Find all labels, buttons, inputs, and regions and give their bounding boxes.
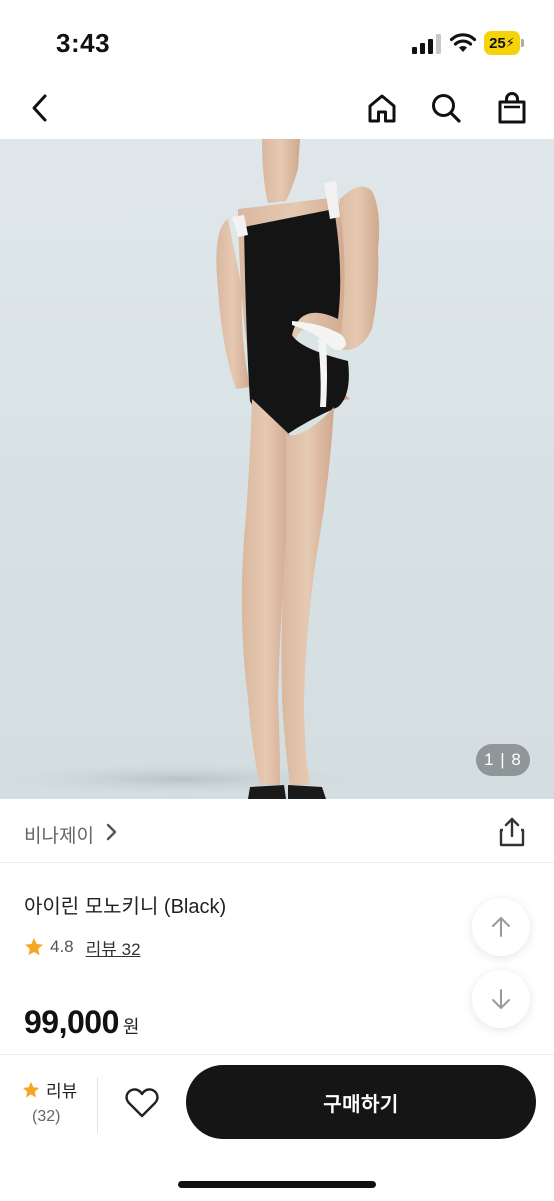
arrow-up-icon [492, 917, 510, 937]
review-label: 리뷰 [46, 1082, 78, 1101]
wishlist-button[interactable] [120, 1083, 164, 1123]
divider [97, 1077, 98, 1133]
home-icon [368, 94, 396, 123]
bottom-action-bar: 리뷰 (32) 구매하기 [0, 1054, 554, 1201]
rating-row: 4.8 리뷰 32 [24, 935, 141, 959]
product-title: 아이린 모노키니 (Black) [24, 896, 227, 918]
search-button[interactable] [426, 88, 466, 128]
battery-icon: 25 ⚡ [484, 31, 524, 55]
star-icon [25, 938, 43, 956]
status-bar: 3:43 25 ⚡ [0, 0, 554, 80]
home-button[interactable] [362, 88, 402, 128]
brand-row: 비나제이 [0, 800, 554, 863]
star-icon [22, 1081, 40, 1097]
review-summary-button[interactable]: 리뷰 (32) [22, 1077, 98, 1133]
product-image-carousel[interactable] [0, 139, 554, 799]
share-icon[interactable] [496, 816, 528, 848]
rating-value: 4.8 [50, 937, 74, 956]
status-time: 3:43 [56, 28, 111, 58]
chevron-right-icon[interactable] [104, 822, 118, 842]
search-icon [432, 94, 461, 123]
brand-name-link[interactable]: 비나제이 [24, 821, 94, 848]
battery-level: 25 [489, 34, 506, 52]
buy-button[interactable]: 구매하기 [186, 1065, 536, 1139]
wifi-icon [449, 33, 477, 52]
image-page-indicator: 1 | 8 [476, 744, 530, 776]
heart-icon [125, 1088, 159, 1118]
shopping-bag-button[interactable] [492, 88, 532, 128]
arrow-down-icon [492, 989, 510, 1009]
price: 99,000 [24, 1004, 119, 1040]
scroll-up-button[interactable] [472, 898, 530, 956]
product-photo [0, 139, 380, 799]
scroll-down-button[interactable] [472, 970, 530, 1028]
currency-label: 원 [122, 1017, 140, 1037]
back-button[interactable] [20, 88, 60, 128]
cellular-signal-icon [412, 34, 441, 54]
review-link[interactable]: 리뷰 32 [86, 935, 141, 960]
review-count: (32) [32, 1108, 61, 1125]
shopping-bag-icon [498, 92, 526, 124]
top-nav-bar [0, 80, 554, 138]
home-indicator [178, 1181, 376, 1188]
chevron-left-icon [32, 94, 47, 122]
price-row: 99,000 원 [24, 1004, 139, 1041]
